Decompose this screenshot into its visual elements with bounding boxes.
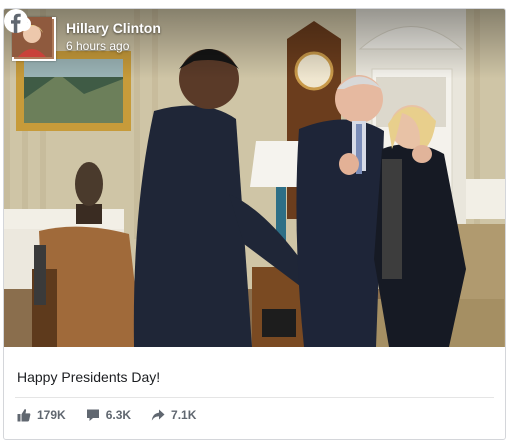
post-card: Hillary Clinton 6 hours ago Happy Presid… [3, 8, 506, 440]
likes-count: 179K [37, 408, 66, 422]
shares-count: 7.1K [171, 408, 197, 422]
thumbs-up-icon [17, 409, 31, 422]
post-header: Hillary Clinton 6 hours ago [12, 17, 161, 61]
engagement-stats: 179K 6.3K 7.1K [17, 408, 216, 422]
post-timestamp[interactable]: 6 hours ago [66, 39, 161, 53]
post-photo[interactable]: Hillary Clinton 6 hours ago [4, 9, 505, 347]
likes-stat[interactable]: 179K [17, 408, 66, 422]
comments-count: 6.3K [105, 408, 132, 422]
comment-icon [86, 409, 99, 421]
divider [15, 397, 494, 398]
share-arrow-icon [151, 409, 165, 421]
author-name[interactable]: Hillary Clinton [66, 20, 161, 36]
facebook-icon[interactable] [4, 9, 28, 33]
post-caption: Happy Presidents Day! [17, 369, 161, 385]
shares-stat[interactable]: 7.1K [151, 408, 196, 422]
comments-stat[interactable]: 6.3K [86, 408, 131, 422]
